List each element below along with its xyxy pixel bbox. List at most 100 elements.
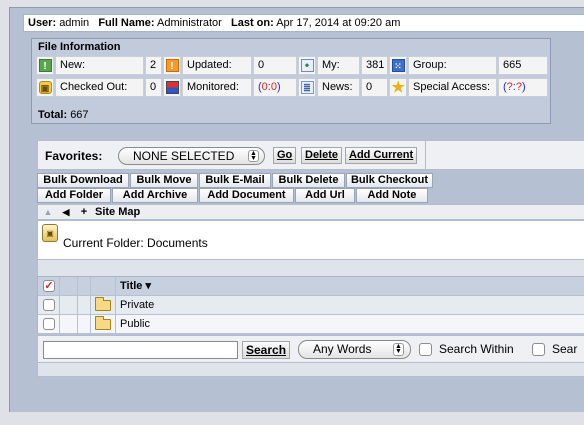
select-all-checkbox[interactable]: ✓ bbox=[43, 280, 55, 292]
news-value[interactable]: 0 bbox=[361, 78, 388, 97]
title-column-header[interactable]: Title ▾ bbox=[116, 277, 584, 296]
row-icon-cell bbox=[91, 315, 116, 334]
favorites-select[interactable]: NONE SELECTED ▲ ▼ bbox=[118, 147, 265, 165]
laston-value: Apr 17, 2014 at 09:20 am bbox=[276, 17, 401, 29]
updated-icon[interactable]: ! bbox=[163, 56, 181, 75]
new-value[interactable]: 2 bbox=[145, 56, 162, 75]
folder-list: ✓ Title ▾ Private Public bbox=[37, 276, 584, 334]
top-strip bbox=[0, 0, 584, 6]
current-folder-name: Documents bbox=[147, 236, 208, 250]
list-spacer bbox=[37, 260, 584, 276]
row-checkbox-cell bbox=[38, 315, 60, 334]
search-option-checkbox[interactable] bbox=[532, 343, 545, 356]
row-checkbox[interactable] bbox=[43, 318, 55, 330]
row-blank-2 bbox=[78, 315, 91, 334]
search-bar: Search Any Words ▲ ▼ Search Within Sear bbox=[37, 335, 584, 363]
bulk-delete-button[interactable]: Bulk Delete bbox=[272, 173, 345, 188]
search-input[interactable] bbox=[43, 341, 238, 359]
bulk-move-button[interactable]: Bulk Move bbox=[130, 173, 198, 188]
search-mode-select[interactable]: Any Words ▲ ▼ bbox=[298, 340, 411, 359]
special-close: ) bbox=[521, 81, 526, 93]
row-blank-1 bbox=[60, 296, 78, 315]
current-folder-bar: ▣ Current Folder: Documents bbox=[37, 220, 584, 260]
search-option-label: Sear bbox=[552, 342, 578, 356]
list-header-row: ✓ Title ▾ bbox=[38, 277, 584, 296]
news-icon[interactable]: ≣ bbox=[298, 78, 316, 97]
row-title-cell: Private bbox=[116, 296, 584, 315]
laston-label: Last on: bbox=[230, 17, 274, 29]
new-label: New: bbox=[55, 56, 144, 75]
checkedout-value[interactable]: 0 bbox=[145, 78, 162, 97]
my-label: My: bbox=[317, 56, 360, 75]
special-access-value[interactable]: (?:?) bbox=[498, 78, 548, 97]
add-url-button[interactable]: Add Url bbox=[295, 188, 355, 203]
fullname-label: Full Name: bbox=[98, 17, 155, 29]
checkedout-label: Checked Out: bbox=[55, 78, 144, 97]
select-all-cell: ✓ bbox=[38, 277, 60, 296]
row-title-private[interactable]: Private bbox=[120, 296, 154, 315]
folder-icon bbox=[95, 297, 111, 311]
list-row[interactable]: Public bbox=[38, 315, 584, 334]
folder-nav-row: ▲ ◀ + Site Map bbox=[37, 204, 584, 220]
total-label: Total: bbox=[38, 109, 68, 121]
header-blank-1 bbox=[60, 277, 78, 296]
go-button[interactable]: Go bbox=[273, 147, 297, 164]
my-value[interactable]: 381 bbox=[361, 56, 388, 75]
updated-label: Updated: bbox=[182, 56, 252, 75]
fullname-value: Administrator bbox=[157, 17, 222, 29]
current-folder-label: Current Folder: bbox=[63, 236, 144, 250]
file-information-title: File Information bbox=[38, 41, 121, 53]
row-checkbox[interactable] bbox=[43, 299, 55, 311]
bulk-download-button[interactable]: Bulk Download bbox=[37, 173, 129, 188]
add-plus-icon[interactable]: + bbox=[76, 205, 92, 219]
add-current-button[interactable]: Add Current bbox=[345, 147, 418, 164]
favorites-label: Favorites: bbox=[45, 149, 103, 163]
updated-value[interactable]: 0 bbox=[253, 56, 297, 75]
bulk-actions-row: Bulk Download Bulk Move Bulk E-Mail Bulk… bbox=[37, 173, 457, 188]
delete-favorite-button[interactable]: Delete bbox=[301, 147, 343, 164]
back-arrow-icon[interactable]: ◀ bbox=[58, 205, 74, 219]
add-note-button[interactable]: Add Note bbox=[356, 188, 428, 203]
news-label: News: bbox=[317, 78, 360, 97]
search-button[interactable]: Search bbox=[242, 341, 291, 359]
special-access-label: Special Access: bbox=[408, 78, 497, 97]
add-archive-button[interactable]: Add Archive bbox=[112, 188, 198, 203]
new-icon[interactable]: ! bbox=[36, 56, 54, 75]
bottom-strip bbox=[0, 412, 584, 425]
row-blank-1 bbox=[60, 315, 78, 334]
bulk-checkout-button[interactable]: Bulk Checkout bbox=[346, 173, 433, 188]
search-mode-value: Any Words bbox=[313, 342, 372, 356]
add-actions-row: Add Folder Add Archive Add Document Add … bbox=[37, 188, 457, 203]
group-label: Group: bbox=[408, 56, 497, 75]
row-icon-cell bbox=[91, 296, 116, 315]
favorites-selected-value: NONE SELECTED bbox=[133, 149, 235, 163]
monitored-label: Monitored: bbox=[182, 78, 252, 97]
group-value[interactable]: 665 bbox=[498, 56, 548, 75]
search-within-checkbox[interactable] bbox=[419, 343, 432, 356]
title-header-label: Title ▾ bbox=[120, 280, 151, 292]
up-arrow-icon[interactable]: ▲ bbox=[40, 205, 56, 219]
file-info-row-2: ▣ Checked Out: 0 Monitored: (0:0) ≣ News… bbox=[32, 77, 550, 99]
user-info-bar: User: admin Full Name: Administrator Las… bbox=[23, 14, 584, 32]
row-title-public[interactable]: Public bbox=[120, 315, 150, 334]
star-icon[interactable]: ★ bbox=[389, 78, 407, 97]
monitored-icon[interactable] bbox=[163, 78, 181, 97]
site-map-link[interactable]: Site Map bbox=[95, 205, 140, 219]
group-icon[interactable]: ⁙ bbox=[389, 56, 407, 75]
bulk-email-button[interactable]: Bulk E-Mail bbox=[199, 173, 271, 188]
my-icon[interactable]: • bbox=[298, 56, 316, 75]
list-row[interactable]: Private bbox=[38, 296, 584, 315]
file-information-panel: File Information ! New: 2 ! Updated: 0 •… bbox=[31, 38, 551, 124]
folder-icon bbox=[95, 316, 111, 330]
add-document-button[interactable]: Add Document bbox=[199, 188, 294, 203]
add-folder-button[interactable]: Add Folder bbox=[37, 188, 111, 203]
favorites-bar: Favorites: NONE SELECTED ▲ ▼ Go Delete Ad… bbox=[37, 140, 584, 170]
monitored-value[interactable]: (0:0) bbox=[253, 78, 297, 97]
favorites-divider bbox=[425, 141, 426, 170]
folder-lock-icon: ▣ bbox=[42, 224, 58, 242]
file-info-row-1: ! New: 2 ! Updated: 0 • My: 381 ⁙ Group:… bbox=[32, 55, 550, 77]
total-value: 667 bbox=[70, 109, 89, 121]
total-line: Total: 667 bbox=[32, 107, 89, 123]
lock-icon[interactable]: ▣ bbox=[36, 78, 54, 97]
select-stepper-icon: ▲ ▼ bbox=[393, 343, 404, 356]
